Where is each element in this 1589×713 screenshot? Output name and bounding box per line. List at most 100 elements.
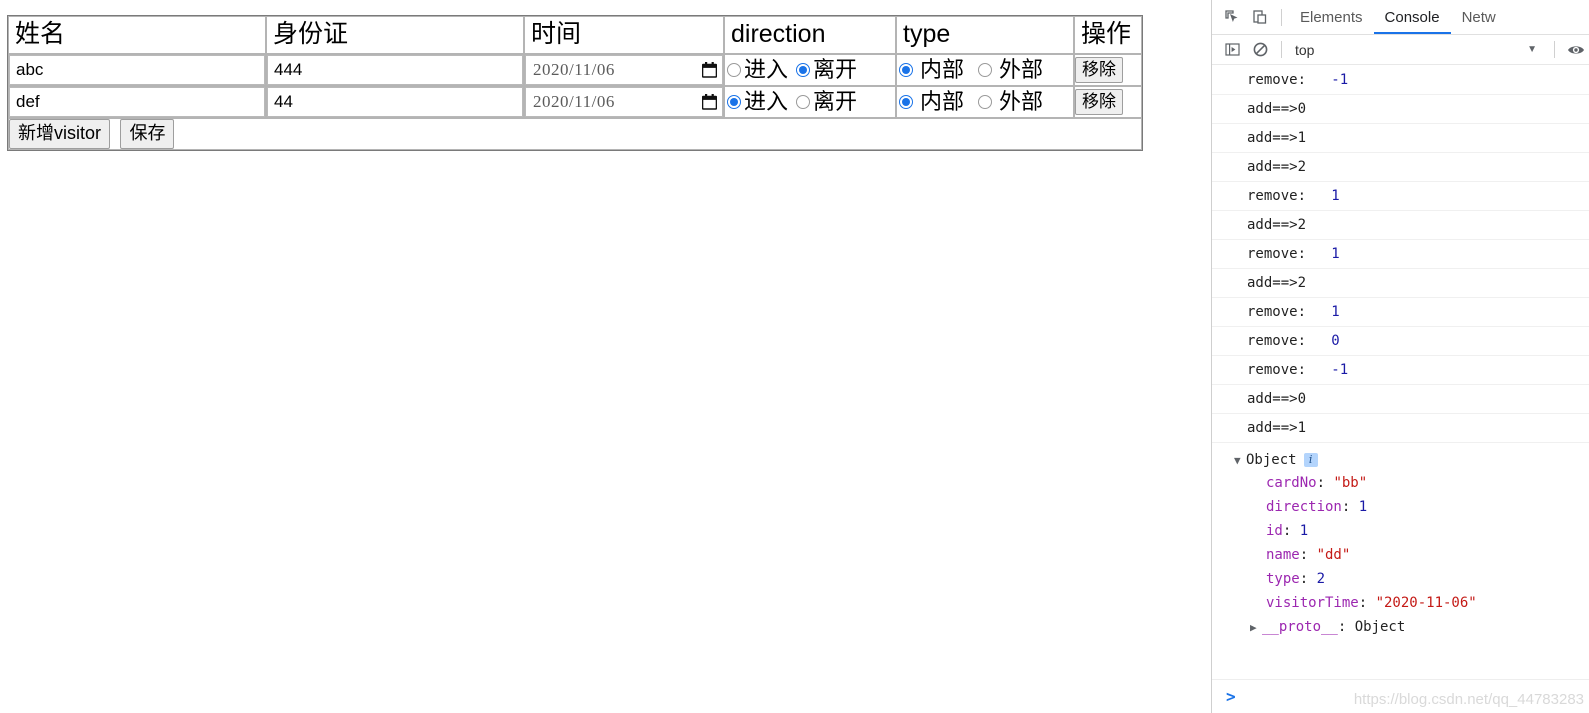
console-log-row: remove: -1 [1212, 66, 1589, 95]
name-input[interactable] [9, 55, 265, 85]
radio-leave-icon[interactable] [796, 95, 811, 109]
cell-card-no [266, 54, 524, 86]
cell-operation: 移除 [1074, 54, 1142, 86]
tab-network[interactable]: Netw [1451, 0, 1507, 34]
direction-option-enter[interactable]: 进入 [727, 59, 788, 81]
console-prompt-row[interactable]: > [1212, 679, 1589, 713]
header-cell-name: 姓名 [8, 16, 266, 54]
console-toolbar-divider-2 [1554, 41, 1555, 58]
devtools-main-toolbar: Elements Console Netw [1212, 0, 1589, 35]
cell-direction: 进入 离开 [724, 86, 896, 118]
object-property-colon: : [1358, 595, 1376, 611]
devtools-console-toolbar: top ▼ [1212, 35, 1589, 65]
console-log-row: add==>0 [1212, 385, 1589, 414]
object-proto-row[interactable]: ▶ __proto__: Object [1234, 615, 1589, 639]
console-log-row: remove: -1 [1212, 356, 1589, 385]
direction-option-leave[interactable]: 离开 [796, 59, 857, 81]
radio-internal-icon[interactable] [899, 63, 913, 77]
triangle-right-icon[interactable]: ▶ [1250, 621, 1260, 634]
header-label-type: type [903, 20, 951, 48]
date-input[interactable]: 2020/11/06 [525, 87, 723, 117]
direction-radio-group[interactable]: 进入 离开 [725, 57, 895, 83]
console-sidebar-icon[interactable] [1218, 37, 1246, 63]
object-expander-row[interactable]: ▼ Object i [1234, 449, 1589, 471]
console-log-text: remove: [1247, 362, 1307, 378]
type-radio-group[interactable]: 内部 外部 [897, 89, 1073, 115]
cell-time: 2020/11/06 [524, 54, 724, 86]
cell-name [8, 54, 266, 86]
table-row: 2020/11/06 [8, 54, 1142, 86]
date-input[interactable]: 2020/11/06 [525, 55, 723, 85]
console-message-list[interactable]: remove: -1 add==>0 add==>1 add==>2 remove: 1… [1212, 66, 1589, 679]
direction-leave-label: 离开 [813, 57, 858, 82]
type-option-external[interactable]: 外部 [978, 59, 1043, 81]
direction-option-leave[interactable]: 离开 [796, 91, 857, 113]
cell-direction: 进入 离开 [724, 54, 896, 86]
header-label-direction: direction [731, 20, 826, 48]
object-property-colon: : [1341, 499, 1359, 515]
add-visitor-button[interactable]: 新增visitor [9, 119, 111, 149]
console-log-text: add==>1 [1247, 130, 1307, 146]
object-property-key: id [1266, 523, 1283, 539]
type-option-external[interactable]: 外部 [978, 91, 1043, 113]
console-log-row: add==>2 [1212, 211, 1589, 240]
tab-console[interactable]: Console [1374, 0, 1451, 34]
card-no-input[interactable] [267, 55, 523, 85]
radio-enter-icon[interactable] [727, 63, 741, 77]
device-toolbar-icon[interactable] [1246, 4, 1274, 30]
header-label-name: 姓名 [15, 20, 66, 48]
clear-console-icon[interactable] [1246, 37, 1274, 63]
radio-external-icon[interactable] [978, 63, 993, 77]
direction-enter-label: 进入 [744, 89, 789, 114]
info-icon[interactable]: i [1303, 453, 1318, 467]
object-property-colon: : [1299, 547, 1317, 563]
name-input[interactable] [9, 87, 265, 117]
cell-time: 2020/11/06 [524, 86, 724, 118]
type-external-label: 外部 [999, 57, 1044, 82]
cell-name [8, 86, 266, 118]
radio-internal-icon[interactable] [899, 95, 913, 109]
console-toolbar-divider [1281, 41, 1282, 58]
type-radio-group[interactable]: 内部 外部 [897, 57, 1073, 83]
type-internal-label: 内部 [920, 57, 965, 82]
direction-radio-group[interactable]: 进入 离开 [725, 89, 895, 115]
object-property-key: cardNo [1266, 475, 1317, 491]
console-log-row: add==>1 [1212, 124, 1589, 153]
execution-context-selector[interactable]: top ▼ [1295, 42, 1547, 58]
header-label-operation: 操作 [1081, 20, 1132, 48]
remove-button[interactable]: 移除 [1075, 88, 1123, 116]
inspect-cursor-icon[interactable] [1218, 4, 1246, 30]
console-log-row: add==>0 [1212, 95, 1589, 124]
calendar-icon[interactable] [701, 62, 718, 78]
radio-enter-icon[interactable] [727, 95, 741, 109]
radio-leave-icon[interactable] [796, 63, 811, 77]
object-properties: cardNo: "bb" direction: 1 id: 1 name: "dd" t… [1234, 471, 1589, 615]
object-property-colon: : [1299, 571, 1317, 587]
execution-context-label: top [1295, 41, 1315, 58]
tab-elements[interactable]: Elements [1289, 0, 1374, 34]
radio-external-icon[interactable] [978, 95, 993, 109]
type-internal-label: 内部 [920, 89, 965, 114]
date-value: 2020/11/06 [533, 60, 615, 79]
table-row: 2020/11/06 [8, 86, 1142, 118]
proto-key-label: __proto__ [1262, 619, 1338, 635]
object-property-key: visitorTime [1266, 595, 1359, 611]
triangle-down-icon[interactable]: ▼ [1234, 454, 1244, 467]
direction-option-enter[interactable]: 进入 [727, 91, 788, 113]
object-property-value: "dd" [1316, 547, 1351, 563]
card-no-input[interactable] [267, 87, 523, 117]
object-property-value: "2020-11-06" [1375, 595, 1477, 611]
console-log-text: add==>0 [1247, 391, 1307, 407]
calendar-icon[interactable] [701, 94, 718, 110]
save-button[interactable]: 保存 [120, 119, 175, 149]
type-option-internal[interactable]: 内部 [899, 91, 964, 113]
eye-icon[interactable] [1562, 37, 1589, 63]
type-option-internal[interactable]: 内部 [899, 59, 964, 81]
console-log-row: remove: 0 [1212, 327, 1589, 356]
footer-cell: 新增visitor 保存 [8, 118, 1142, 150]
console-log-row: remove: 1 [1212, 298, 1589, 327]
cell-type: 内部 外部 [896, 54, 1074, 86]
remove-button[interactable]: 移除 [1075, 56, 1123, 84]
table-footer-row: 新增visitor 保存 [8, 118, 1142, 150]
chevron-down-icon[interactable]: ▼ [1527, 44, 1537, 55]
